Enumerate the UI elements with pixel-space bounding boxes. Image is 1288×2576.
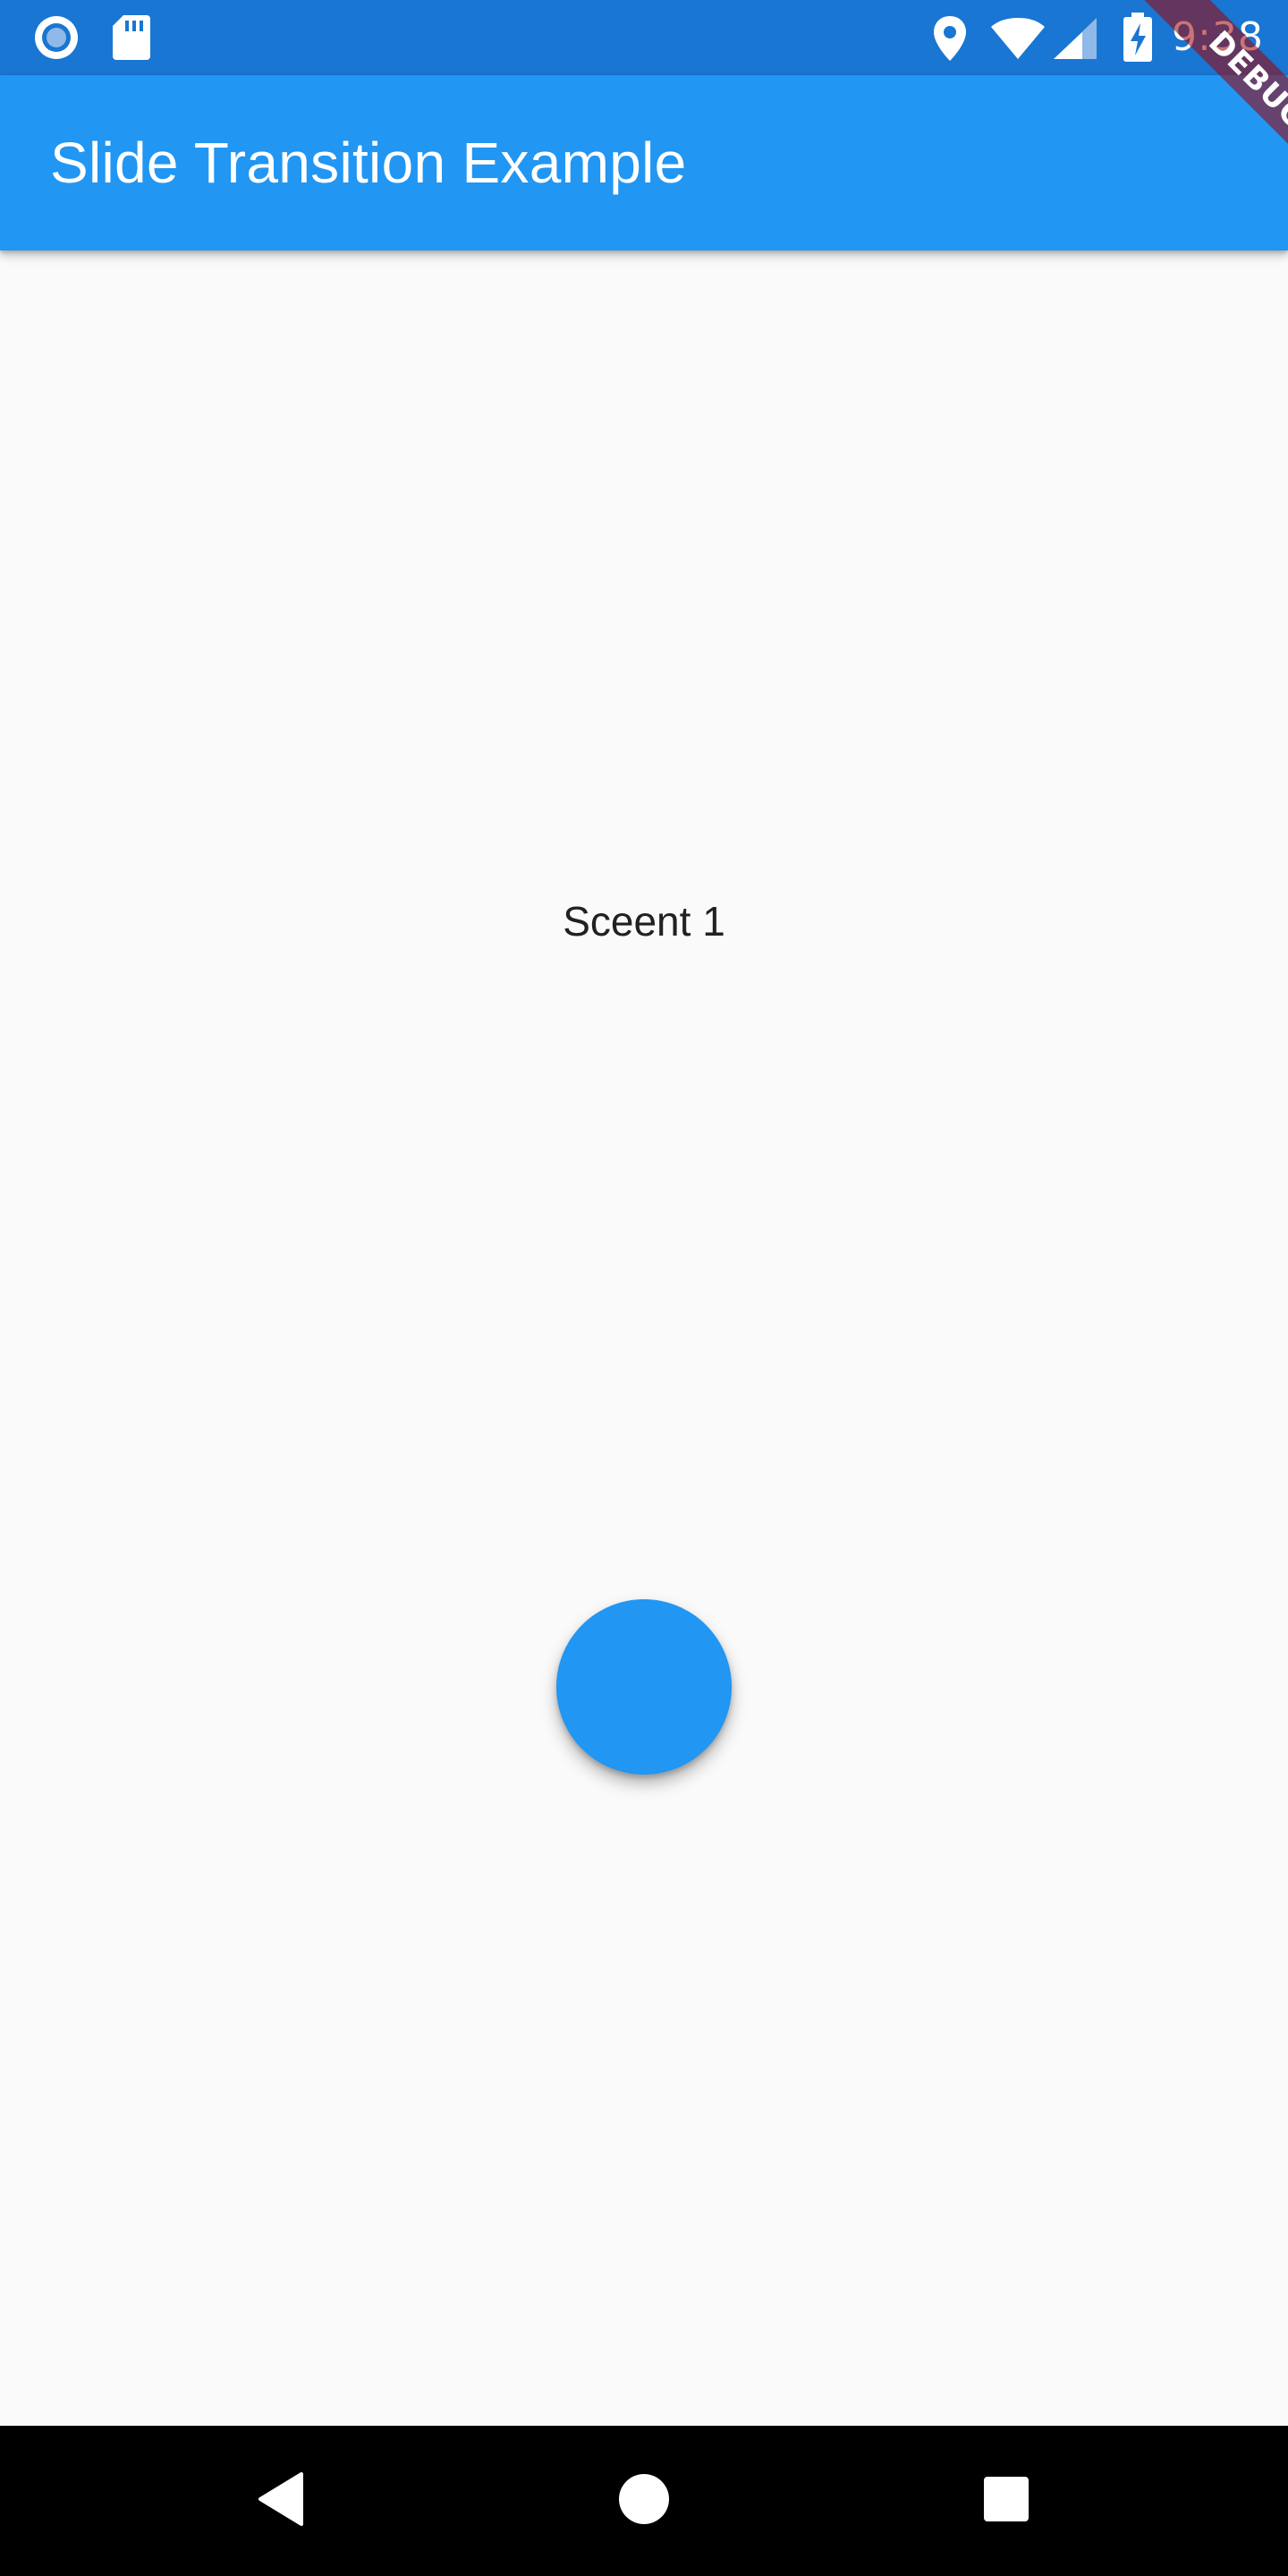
home-button[interactable] — [537, 2426, 751, 2576]
location-icon — [932, 14, 968, 66]
home-icon — [617, 2472, 671, 2529]
battery-charging-icon — [1122, 13, 1154, 66]
app-bar: Slide Transition Example — [0, 75, 1288, 250]
record-icon — [32, 13, 80, 65]
signal-icon — [1052, 16, 1098, 64]
status-time: 9:38 — [1172, 14, 1264, 60]
app-title: Slide Transition Example — [50, 131, 687, 195]
back-icon — [257, 2470, 307, 2531]
recents-icon — [982, 2475, 1030, 2527]
page-body: Sceent 1 — [0, 250, 1288, 2426]
navigation-bar — [0, 2426, 1288, 2576]
wifi-icon — [989, 16, 1046, 64]
scene-text: Sceent 1 — [563, 898, 725, 945]
status-bar: 9:38 — [0, 0, 1288, 75]
sd-card-icon — [111, 13, 152, 65]
back-button[interactable] — [174, 2426, 389, 2576]
recents-button[interactable] — [899, 2426, 1114, 2576]
floating-action-button[interactable] — [556, 1599, 732, 1775]
